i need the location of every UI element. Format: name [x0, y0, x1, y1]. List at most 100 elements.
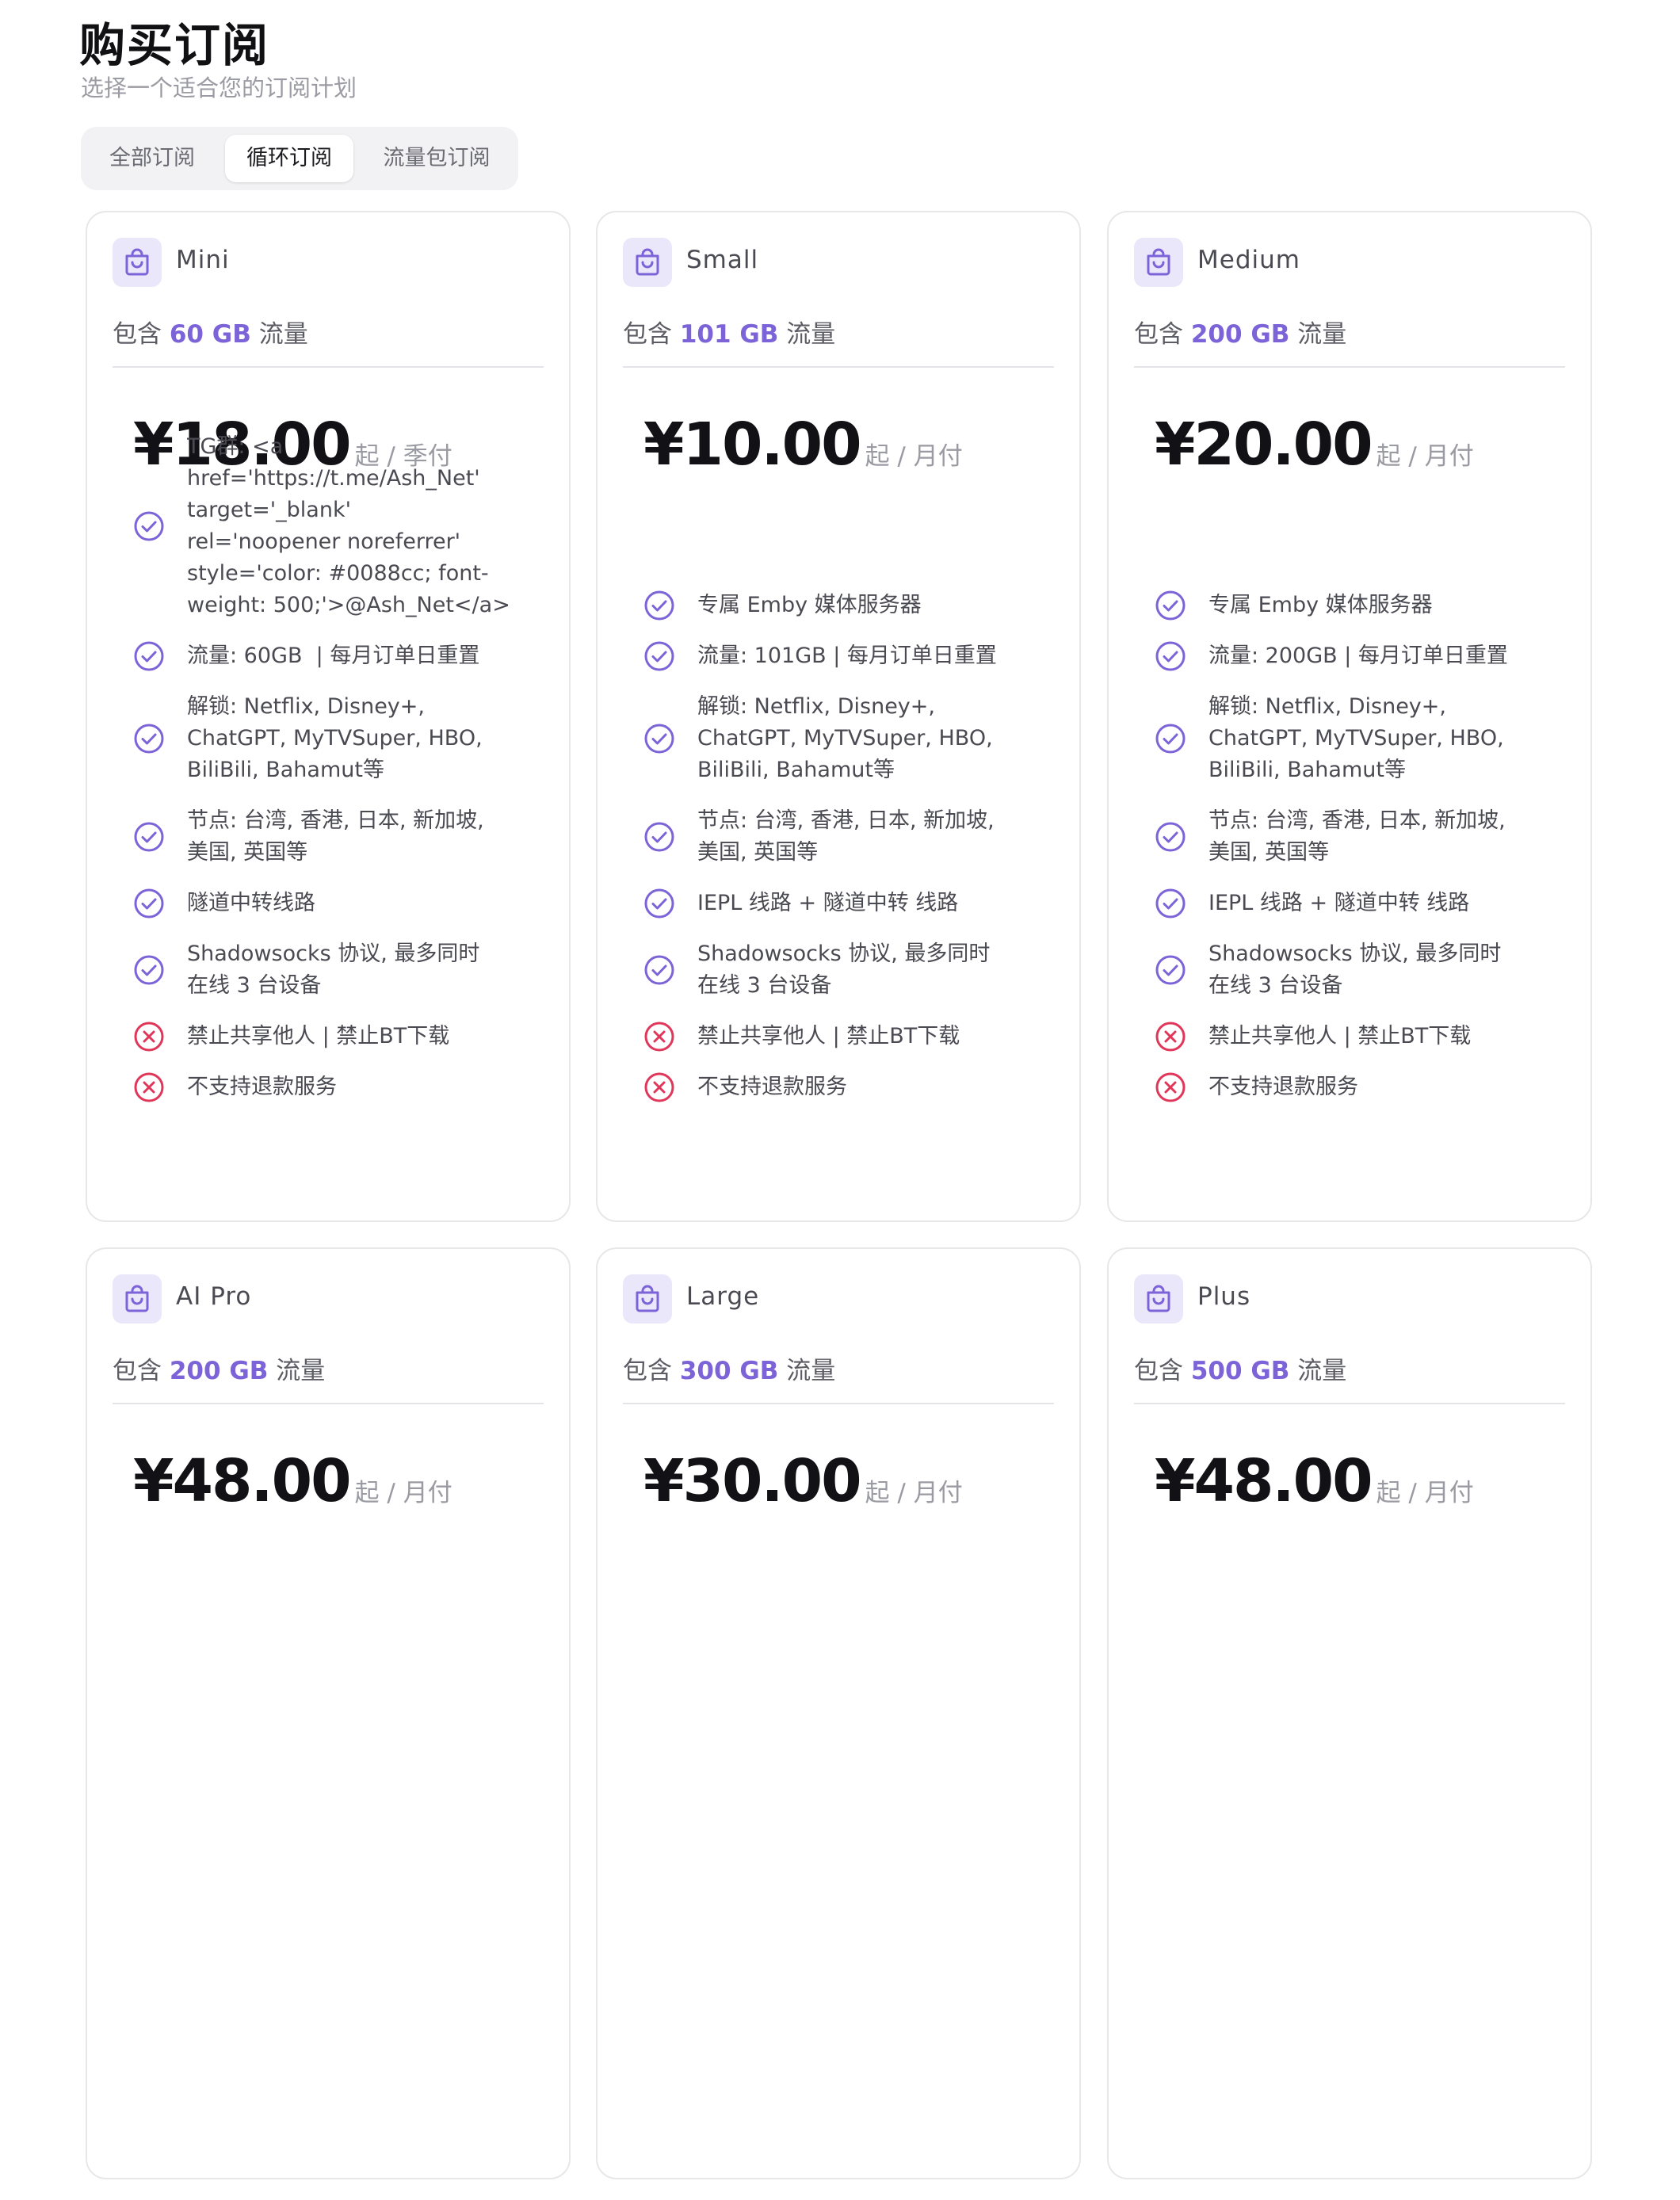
plan-name: Plus [1197, 1282, 1251, 1311]
divider [1134, 1403, 1565, 1404]
feature-text: 禁止共享他人 | 禁止BT下载 [1208, 1024, 1472, 1048]
price-unit: 起 / 月付 [1376, 1479, 1474, 1507]
traffic-suffix: 流量 [1297, 320, 1347, 349]
feature-item: 流量: 200GB | 每月订单日重置 [1155, 640, 1567, 672]
price-unit: 起 / 月付 [865, 442, 963, 471]
plan-price: ¥48.00 [133, 1447, 352, 1515]
feature-text: 不支持退款服务 [697, 1075, 847, 1099]
plan-card-large[interactable]: Large包含 300 GB 流量¥30.00起 / 月付专属 Emby 媒体服… [596, 1247, 1081, 2179]
check-circle-icon [1155, 640, 1186, 672]
feature-item: IEPL 线路 + 隧道中转 线路 [1155, 888, 1567, 919]
feature-item: 不支持退款服务 [643, 1071, 1056, 1103]
price-row: ¥48.00 起 / 月付 [133, 1447, 452, 1515]
traffic-amount: 60 GB [169, 320, 251, 349]
check-circle-icon [643, 888, 675, 919]
feature-text: Shadowsocks 协议, 最多同时 在线 3 台设备 [697, 941, 991, 998]
traffic-allowance: 包含 500 GB 流量 [1134, 1350, 1346, 1386]
plan-card-medium[interactable]: Medium 包含 200 GB 流量 ¥20.00 起 / 月付专属 Emby 媒体… [1107, 211, 1592, 1222]
plan-card-ai-pro[interactable]: AI Pro包含 200 GB 流量¥48.00起 / 月付专属 Emby 媒体… [86, 1247, 571, 2179]
tab-all[interactable]: 全部订阅 [89, 135, 216, 182]
traffic-suffix: 流量 [786, 1357, 836, 1385]
traffic-allowance: 包含 200 GB 流量 [1134, 314, 1346, 349]
feature-text: 流量: 200GB | 每月订单日重置 [1208, 644, 1508, 668]
traffic-allowance: 包含 60 GB 流量 [113, 314, 308, 349]
price-row: ¥48.00 起 / 月付 [1155, 1447, 1474, 1515]
plan-price: ¥10.00 [643, 411, 862, 479]
traffic-amount: 200 GB [169, 1357, 269, 1385]
traffic-amount: 500 GB [1190, 1357, 1290, 1385]
traffic-allowance: 包含 200 GB 流量 [113, 1350, 325, 1386]
traffic-allowance: 包含 101 GB 流量 [623, 314, 835, 349]
feature-item: 流量: 101GB | 每月订单日重置 [643, 640, 1056, 672]
traffic-prefix: 包含 [1134, 320, 1183, 349]
traffic-prefix: 包含 [1134, 1357, 1183, 1385]
check-circle-icon [643, 723, 675, 754]
x-circle-icon [643, 1071, 675, 1103]
plan-name: Small [686, 246, 759, 274]
feature-item: 专属 Emby 媒体服务器 [643, 590, 1056, 621]
traffic-prefix: 包含 [113, 1357, 162, 1385]
feature-text: IEPL 线路 + 隧道中转 线路 [697, 891, 959, 915]
check-circle-icon [1155, 954, 1186, 986]
traffic-prefix: 包含 [113, 320, 162, 349]
check-circle-icon [1155, 888, 1186, 919]
feature-item: 不支持退款服务 [133, 1071, 545, 1103]
feature-text: 流量: 60GB | 每月订单日重置 [187, 644, 480, 668]
tab-traffic-pack[interactable]: 流量包订阅 [363, 135, 510, 182]
traffic-suffix: 流量 [786, 320, 836, 349]
check-circle-icon [643, 590, 675, 621]
feature-text: 不支持退款服务 [1208, 1075, 1358, 1099]
traffic-allowance: 包含 300 GB 流量 [623, 1350, 835, 1386]
feature-item: 节点: 台湾, 香港, 日本, 新加坡, 美国, 英国等 [1155, 805, 1567, 869]
feature-item: TG群: <a href='https://t.me/Ash_Net' targ… [133, 431, 545, 621]
feature-item: 解锁: Netflix, Disney+, ChatGPT, MyTVSuper… [643, 691, 1056, 786]
check-circle-icon [133, 723, 165, 754]
feature-item: 节点: 台湾, 香港, 日本, 新加坡, 美国, 英国等 [643, 805, 1056, 869]
check-circle-icon [133, 640, 165, 672]
feature-item: Shadowsocks 协议, 最多同时 在线 3 台设备 [1155, 938, 1567, 1002]
traffic-prefix: 包含 [623, 320, 672, 349]
shopping-bag-icon [623, 1274, 672, 1323]
check-circle-icon [1155, 723, 1186, 754]
shopping-bag-icon [1134, 1274, 1183, 1323]
page-subtitle: 选择一个适合您的订阅计划 [81, 74, 357, 101]
plan-card-mini[interactable]: Mini 包含 60 GB 流量 ¥18.00 起 / 季付 TG群: <a href=… [86, 211, 571, 1222]
feature-item: 专属 Emby 媒体服务器 [1155, 590, 1567, 621]
feature-item: 节点: 台湾, 香港, 日本, 新加坡, 美国, 英国等 [133, 805, 545, 869]
traffic-amount: 200 GB [1190, 320, 1290, 349]
divider [113, 366, 544, 368]
plan-name: Medium [1197, 246, 1300, 274]
feature-text: IEPL 线路 + 隧道中转 线路 [1208, 891, 1470, 915]
x-circle-icon [1155, 1071, 1186, 1103]
feature-item: Shadowsocks 协议, 最多同时 在线 3 台设备 [643, 938, 1056, 1002]
x-circle-icon [133, 1071, 165, 1103]
feature-item: 禁止共享他人 | 禁止BT下载 [1155, 1021, 1567, 1052]
feature-item: 不支持退款服务 [1155, 1071, 1567, 1103]
traffic-amount: 300 GB [679, 1357, 779, 1385]
traffic-suffix: 流量 [276, 1357, 326, 1385]
plan-card-plus[interactable]: Plus包含 500 GB 流量¥48.00起 / 月付专属 Emby 媒体服务… [1107, 1247, 1592, 2179]
traffic-amount: 101 GB [679, 320, 779, 349]
divider [623, 1403, 1054, 1404]
tab-recurring[interactable]: 循环订阅 [225, 135, 353, 182]
shopping-bag-icon [1134, 238, 1183, 287]
traffic-prefix: 包含 [623, 1357, 672, 1385]
x-circle-icon [643, 1021, 675, 1052]
divider [623, 366, 1054, 368]
check-circle-icon [643, 821, 675, 853]
shopping-bag-icon [113, 238, 162, 287]
feature-text: 不支持退款服务 [187, 1075, 337, 1099]
check-circle-icon [1155, 590, 1186, 621]
feature-text: 节点: 台湾, 香港, 日本, 新加坡, 美国, 英国等 [187, 808, 484, 865]
divider [1134, 366, 1565, 368]
plan-card-small[interactable]: Small 包含 101 GB 流量 ¥10.00 起 / 月付专属 Emby 媒体服… [596, 211, 1081, 1222]
price-row: ¥20.00 起 / 月付 [1155, 411, 1474, 479]
feature-item: 隧道中转线路 [133, 888, 545, 919]
feature-text: 节点: 台湾, 香港, 日本, 新加坡, 美国, 英国等 [697, 808, 995, 865]
feature-text: 禁止共享他人 | 禁止BT下载 [187, 1024, 450, 1048]
feature-item: 解锁: Netflix, Disney+, ChatGPT, MyTVSuper… [133, 691, 545, 786]
plan-price: ¥30.00 [643, 1447, 862, 1515]
x-circle-icon [1155, 1021, 1186, 1052]
traffic-suffix: 流量 [258, 320, 308, 349]
shopping-bag-icon [113, 1274, 162, 1323]
